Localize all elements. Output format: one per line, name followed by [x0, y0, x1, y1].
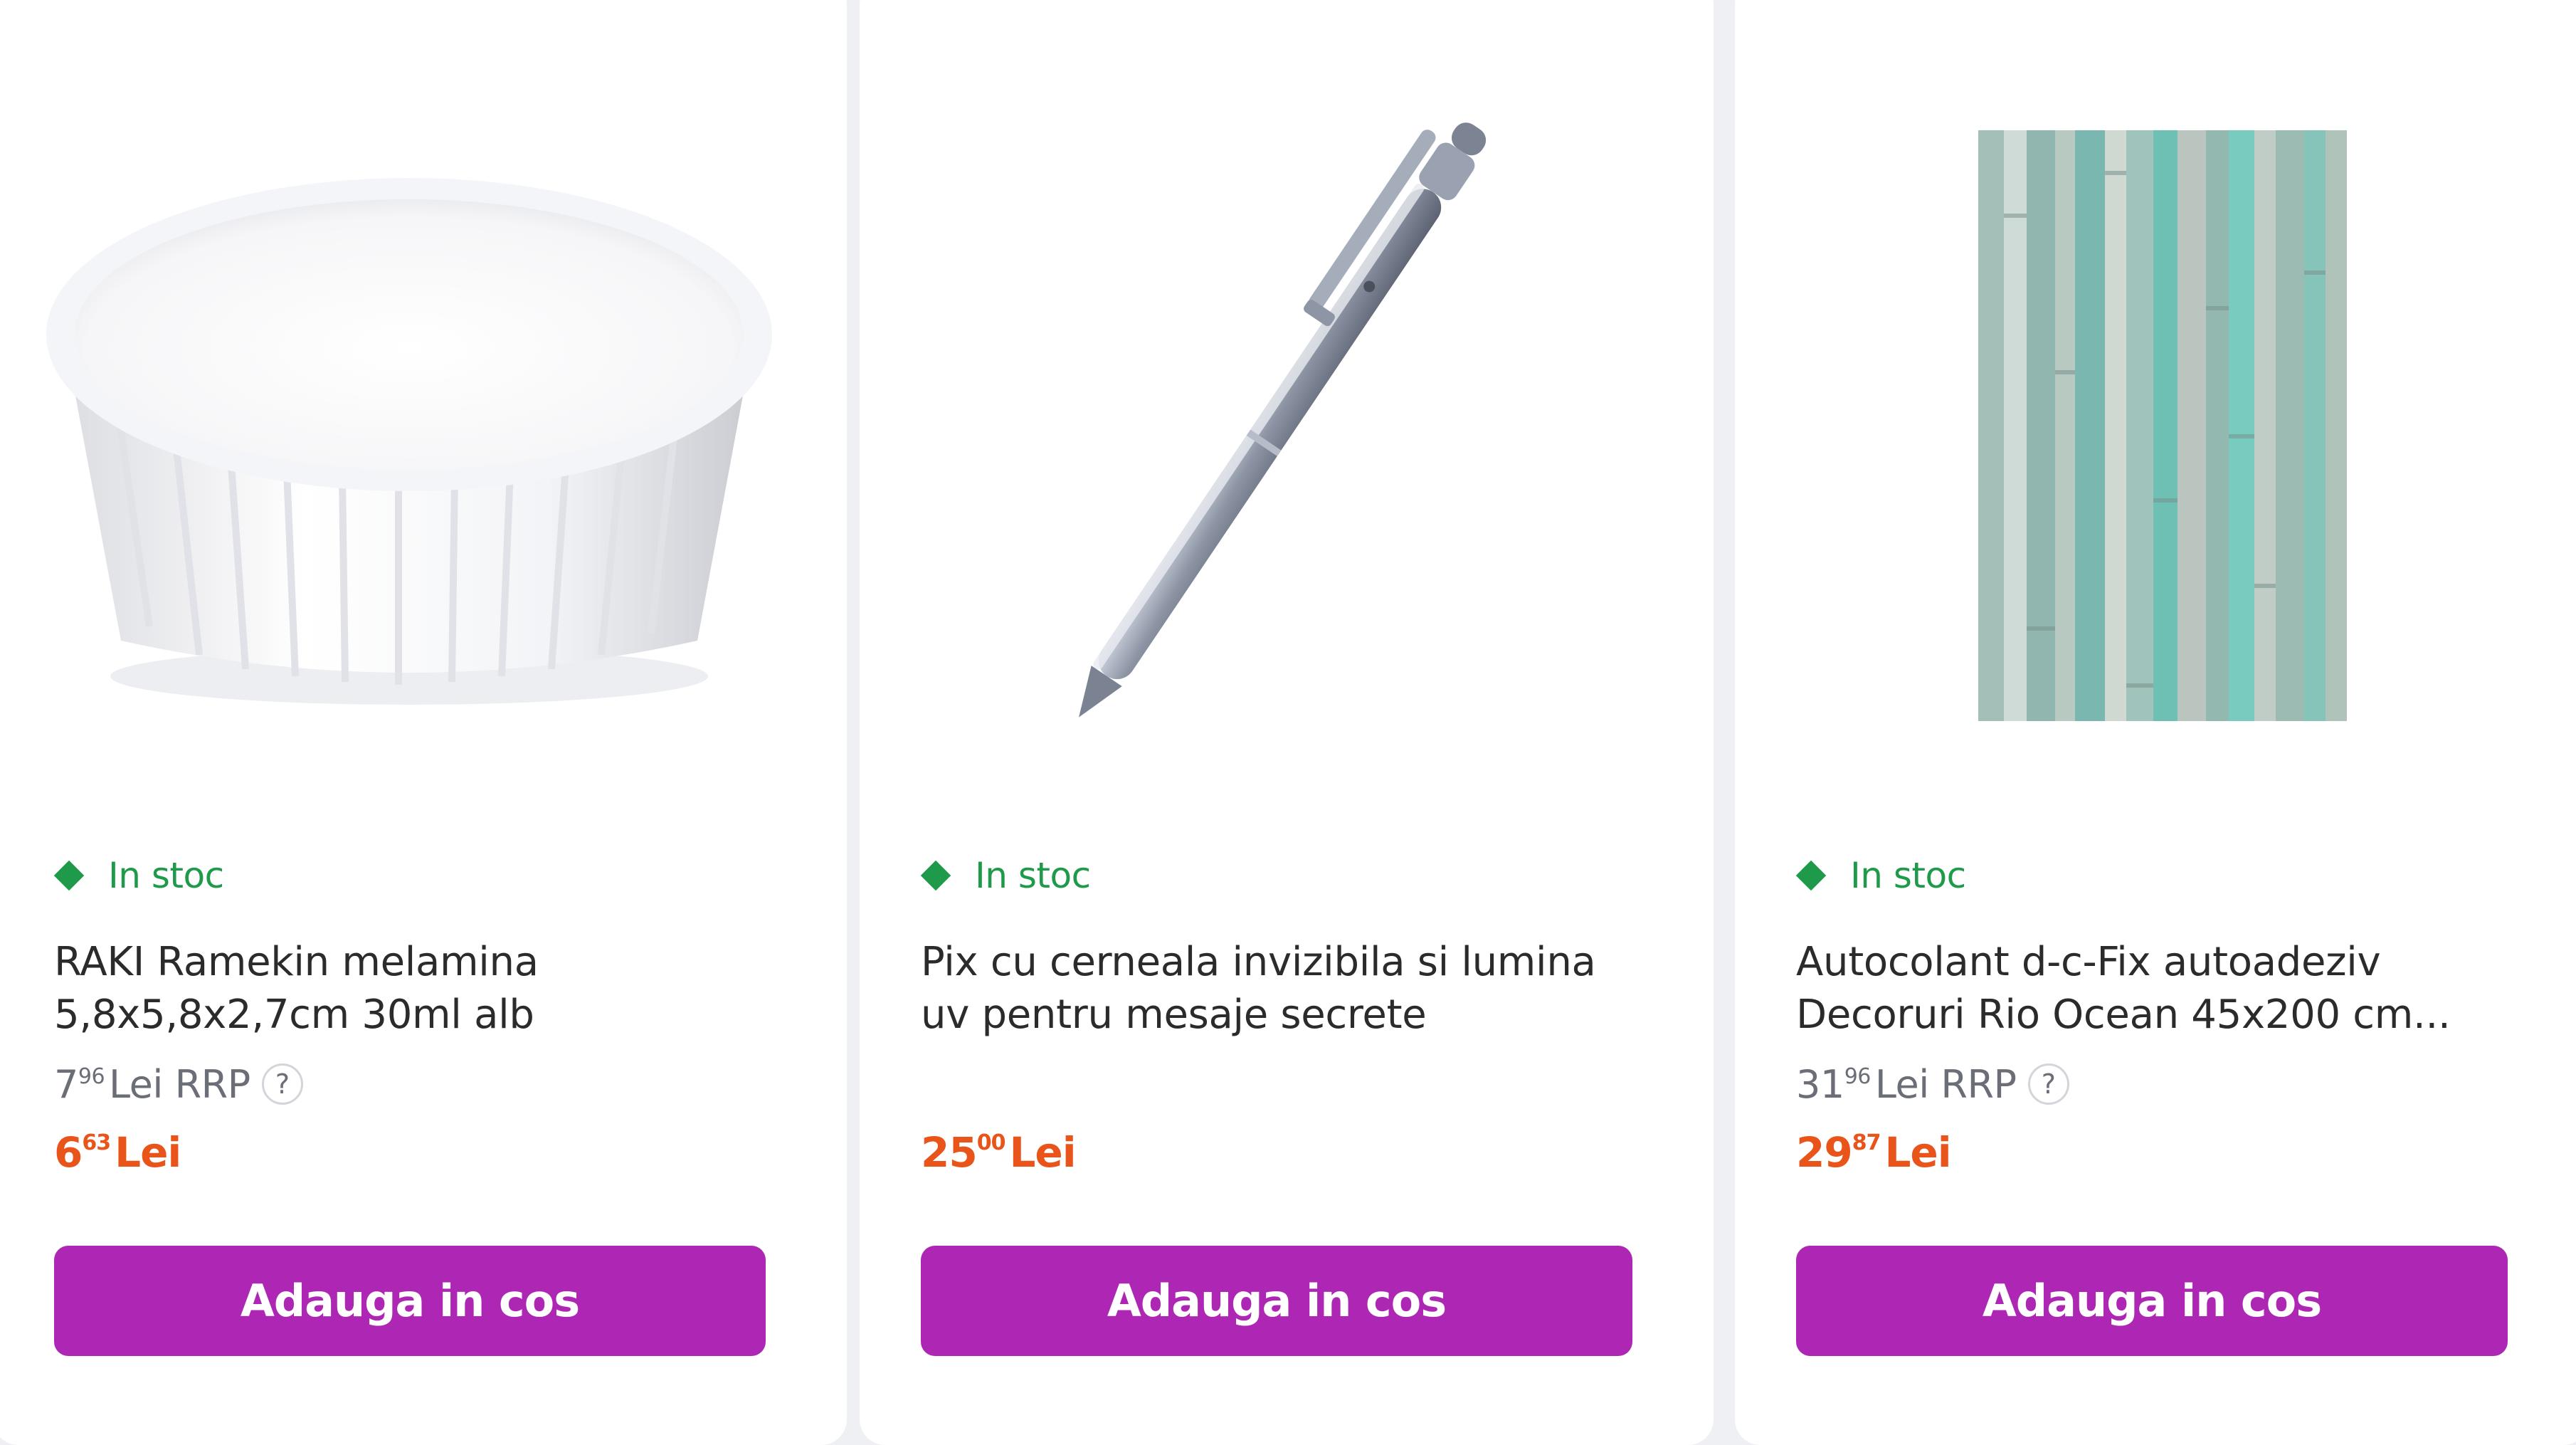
product-title-line[interactable]: RAKI Ramekin melamina — [54, 936, 794, 989]
product-title[interactable]: RAKI Ramekin melamina 5,8x5,8x2,7cm 30ml… — [54, 936, 794, 1041]
product-image-wood-foil[interactable] — [1735, 0, 2576, 769]
stock-label: In stoc — [1850, 855, 1966, 896]
rrp-integer: 7 — [54, 1062, 78, 1107]
rrp-decimals: 96 — [78, 1064, 105, 1089]
ramekin-icon — [46, 178, 772, 705]
price-decimals: 63 — [82, 1130, 111, 1155]
product-card[interactable]: In stoc Autocolant d-c-Fix autoadeziv De… — [1735, 0, 2576, 1445]
rrp-label: Lei RRP — [1874, 1062, 2017, 1107]
add-to-cart-button[interactable]: Adauga in cos — [1796, 1246, 2508, 1356]
sale-price: 6 63 Lei — [54, 1128, 181, 1177]
product-title[interactable]: Autocolant d-c-Fix autoadeziv Decoruri R… — [1796, 936, 2536, 1041]
in-stock-icon — [1795, 860, 1827, 891]
stock-status: In stoc — [920, 847, 1091, 904]
product-image-ramekin[interactable] — [0, 0, 847, 769]
price-decimals: 87 — [1852, 1130, 1881, 1155]
price-integer: 25 — [921, 1128, 978, 1177]
product-card[interactable]: In stoc RAKI Ramekin melamina 5,8x5,8x2,… — [0, 0, 847, 1445]
product-title-line[interactable]: Autocolant d-c-Fix autoadeziv — [1796, 936, 2536, 989]
product-title-line[interactable]: Decoruri Rio Ocean 45x200 cm... — [1796, 989, 2536, 1041]
product-title-line[interactable]: Pix cu cerneala invizibila si lumina — [921, 936, 1661, 989]
stock-label: In stoc — [108, 855, 224, 896]
stock-label: In stoc — [975, 855, 1091, 896]
product-title-line[interactable]: 5,8x5,8x2,7cm 30ml alb — [54, 989, 794, 1041]
product-grid: In stoc RAKI Ramekin melamina 5,8x5,8x2,… — [0, 0, 2576, 1445]
sale-price: 29 87 Lei — [1796, 1128, 1952, 1177]
product-title[interactable]: Pix cu cerneala invizibila si lumina uv … — [921, 936, 1661, 1041]
price-integer: 6 — [54, 1128, 83, 1177]
product-image-pen[interactable] — [860, 0, 1714, 769]
sale-price: 25 00 Lei — [921, 1128, 1077, 1177]
product-title-line[interactable]: uv pentru mesaje secrete — [921, 989, 1661, 1041]
price-currency: Lei — [1884, 1128, 1951, 1177]
help-icon[interactable]: ? — [261, 1063, 303, 1105]
price-currency: Lei — [1009, 1128, 1076, 1177]
price-currency: Lei — [115, 1128, 181, 1177]
rrp-price: 31 96 Lei RRP ? — [1796, 1062, 2069, 1107]
rrp-decimals: 96 — [1844, 1064, 1872, 1089]
rrp-price: 7 96 Lei RRP ? — [54, 1062, 303, 1107]
add-to-cart-button[interactable]: Adauga in cos — [54, 1246, 766, 1356]
wood-foil-icon — [1978, 130, 2347, 721]
price-integer: 29 — [1796, 1128, 1853, 1177]
in-stock-icon — [53, 860, 85, 891]
rrp-label: Lei RRP — [109, 1062, 250, 1107]
rrp-integer: 31 — [1796, 1062, 1844, 1107]
pen-icon — [1079, 122, 1487, 718]
add-to-cart-button[interactable]: Adauga in cos — [921, 1246, 1632, 1356]
help-icon[interactable]: ? — [2027, 1063, 2069, 1105]
price-decimals: 00 — [976, 1130, 1006, 1155]
stock-status: In stoc — [1795, 847, 1966, 904]
product-card[interactable]: In stoc Pix cu cerneala invizibila si lu… — [860, 0, 1714, 1445]
in-stock-icon — [920, 860, 951, 891]
stock-status: In stoc — [53, 847, 224, 904]
